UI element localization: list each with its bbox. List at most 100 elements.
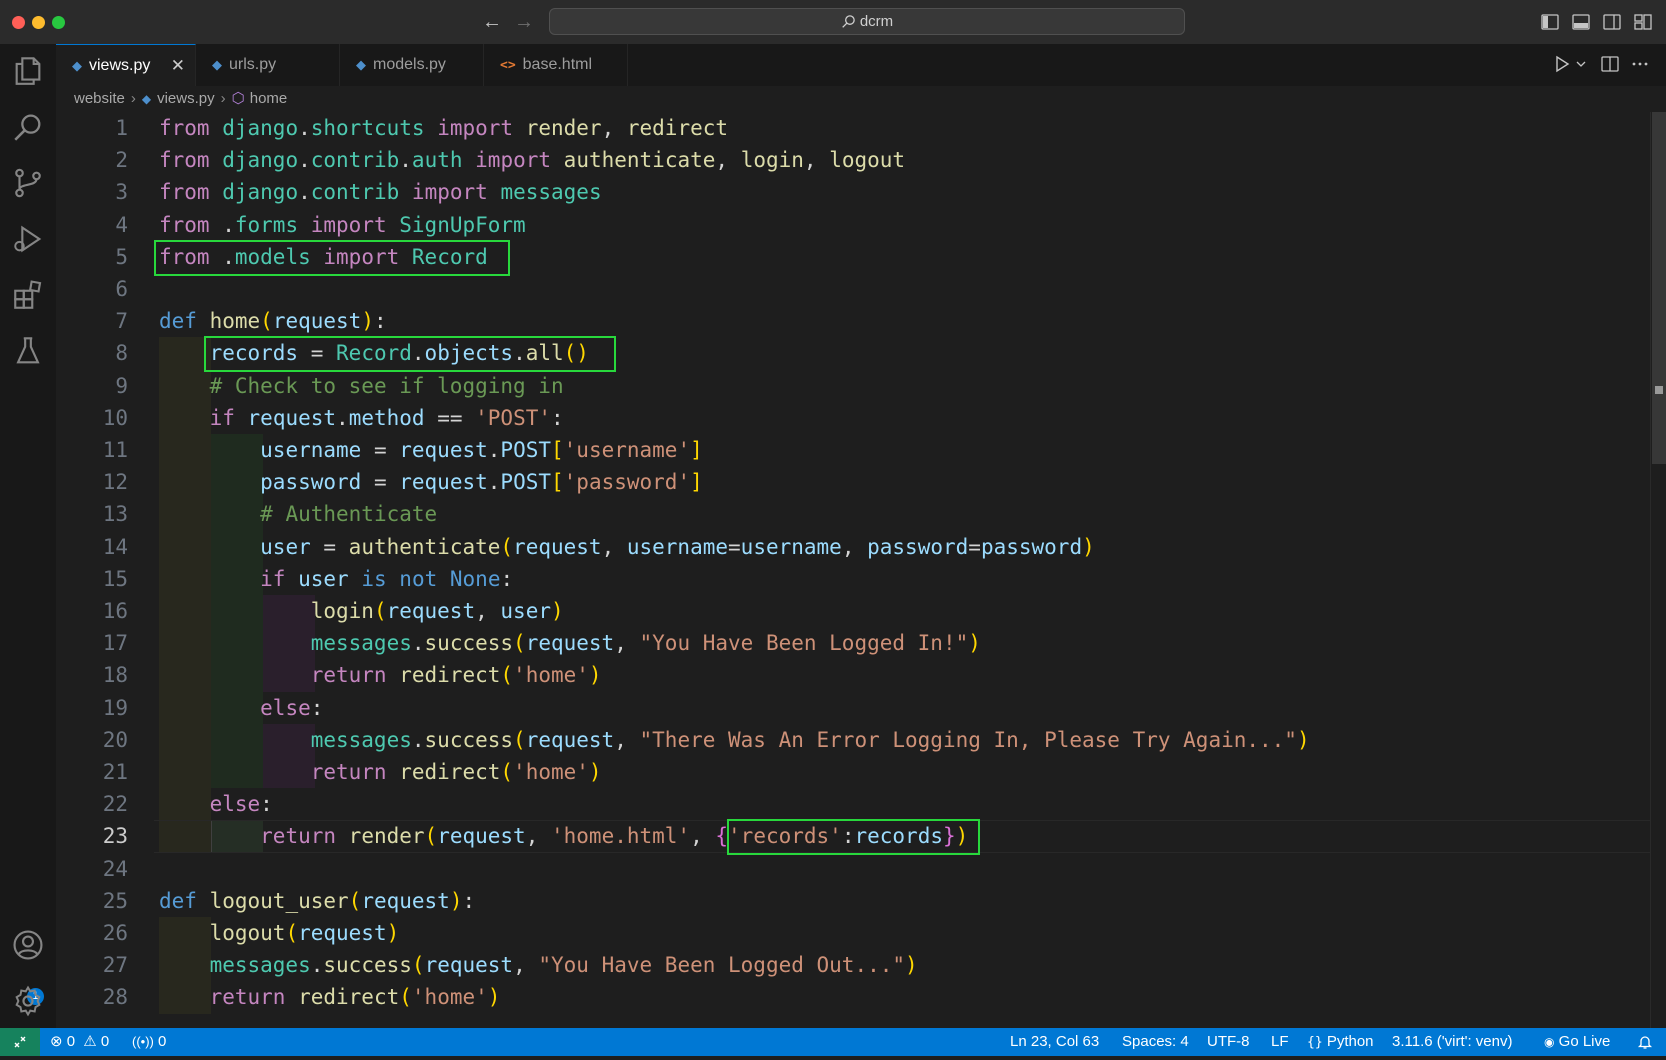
python-file-icon: ◆ bbox=[141, 92, 152, 106]
editor-tab-bar: ◆ views.py ✕ ◆ urls.py ◆ models.py <> base.h… bbox=[56, 44, 1666, 86]
code-line: 25 def logout_user(request): bbox=[56, 885, 1650, 917]
problems-status[interactable]: ⊗ 0 ⚠ 0 bbox=[50, 1028, 109, 1056]
manage-gear-icon[interactable] bbox=[11, 984, 45, 1018]
code-line: 3 from django.contrib import messages bbox=[56, 176, 1650, 208]
activity-bar: 1 bbox=[0, 44, 56, 1028]
line-number: 17 bbox=[102, 631, 128, 656]
line-code: records = Record.objects.all() bbox=[209, 341, 589, 366]
line-code: def home(request): bbox=[159, 309, 387, 334]
back-arrow-icon[interactable]: ← bbox=[480, 8, 504, 36]
run-dropdown-chevron-icon[interactable] bbox=[1575, 54, 1587, 74]
tab-label: models.py bbox=[373, 56, 446, 73]
line-number: 24 bbox=[102, 856, 128, 881]
notifications-bell-icon[interactable] bbox=[1637, 1034, 1653, 1050]
indentation-status[interactable]: Spaces: 4 bbox=[1122, 1028, 1189, 1056]
tab-views-py[interactable]: ◆ views.py ✕ bbox=[56, 44, 196, 86]
code-line: 10 if request.method == 'POST': bbox=[56, 401, 1650, 434]
line-code: # Check to see if logging in bbox=[209, 373, 564, 398]
accounts-icon[interactable] bbox=[11, 928, 45, 962]
error-icon: ⊗ bbox=[50, 1033, 63, 1050]
toggle-primary-sidebar-icon[interactable] bbox=[1540, 12, 1560, 32]
code-line: 16 login(request, user) bbox=[56, 595, 1650, 628]
code-line: 6 bbox=[56, 273, 1650, 305]
method-symbol-icon: ⬡ bbox=[231, 90, 245, 107]
breadcrumb-folder[interactable]: website bbox=[74, 90, 125, 107]
line-code: # Authenticate bbox=[260, 502, 438, 527]
python-interpreter[interactable]: 3.11.6 ('virt': venv) bbox=[1392, 1028, 1513, 1056]
code-line: 13 # Authenticate bbox=[56, 498, 1650, 531]
encoding-status[interactable]: UTF-8 bbox=[1207, 1028, 1250, 1056]
tab-base-html[interactable]: <> base.html bbox=[484, 44, 628, 86]
source-control-icon[interactable] bbox=[11, 166, 45, 200]
line-number: 27 bbox=[102, 953, 128, 978]
code-editor[interactable]: 1 from django.shortcuts import render, r… bbox=[56, 112, 1650, 1028]
line-code: return redirect('home') bbox=[310, 760, 602, 784]
line-number: 21 bbox=[102, 760, 128, 784]
remote-indicator[interactable] bbox=[0, 1028, 40, 1056]
command-center-text: dcrm bbox=[859, 13, 894, 30]
breadcrumb-file[interactable]: views.py bbox=[157, 90, 215, 107]
line-code: username = request.POST['username'] bbox=[260, 438, 703, 462]
run-python-file-icon[interactable] bbox=[1552, 54, 1572, 74]
language-mode[interactable]: {} Python bbox=[1307, 1028, 1374, 1057]
line-code: logout(request) bbox=[209, 921, 400, 945]
ports-status[interactable]: ((•)) 0 bbox=[132, 1028, 166, 1056]
go-live-button[interactable]: ◉ Go Live bbox=[1544, 1028, 1610, 1056]
more-actions-icon[interactable] bbox=[1630, 54, 1650, 74]
line-code: return render(request, 'home.html', {'re… bbox=[260, 824, 969, 849]
code-line: 8 records = Record.objects.all() bbox=[56, 337, 1650, 370]
code-line: 28 return redirect('home') bbox=[56, 981, 1650, 1014]
line-number: 4 bbox=[115, 212, 128, 237]
extensions-icon[interactable] bbox=[11, 278, 45, 312]
tab-models-py[interactable]: ◆ models.py bbox=[340, 44, 484, 86]
explorer-icon[interactable] bbox=[11, 54, 45, 88]
toggle-secondary-sidebar-icon[interactable] bbox=[1602, 12, 1622, 32]
search-icon[interactable] bbox=[11, 110, 45, 144]
line-number: 10 bbox=[102, 405, 128, 430]
line-number: 8 bbox=[115, 341, 128, 366]
line-code: messages.success(request, "There Was An … bbox=[310, 727, 1310, 752]
tab-label: base.html bbox=[522, 56, 593, 73]
line-code: return redirect('home') bbox=[209, 985, 501, 1010]
testing-icon[interactable] bbox=[11, 334, 45, 368]
code-line: 2 from django.contrib.auth import authen… bbox=[56, 144, 1650, 176]
python-file-icon: ◆ bbox=[356, 57, 366, 72]
line-code: messages.success(request, "You Have Been… bbox=[209, 953, 918, 978]
zoom-window-button[interactable] bbox=[52, 16, 65, 29]
line-code: from django.shortcuts import render, red… bbox=[159, 116, 729, 140]
editor-scrollbar[interactable] bbox=[1650, 112, 1666, 1028]
forward-arrow-icon[interactable]: → bbox=[512, 8, 536, 36]
eol-status[interactable]: LF bbox=[1271, 1028, 1289, 1056]
cursor-position[interactable]: Ln 23, Col 63 bbox=[1010, 1028, 1099, 1056]
minimize-window-button[interactable] bbox=[32, 16, 45, 29]
command-center-search[interactable]: dcrm bbox=[549, 8, 1185, 35]
split-editor-icon[interactable] bbox=[1600, 54, 1620, 74]
line-code: password = request.POST['password'] bbox=[260, 470, 703, 495]
toggle-panel-icon[interactable] bbox=[1571, 12, 1591, 32]
scrollbar-cursor-marker bbox=[1655, 386, 1663, 394]
line-code: if request.method == 'POST': bbox=[209, 405, 564, 430]
broadcast-icon: ((•)) bbox=[132, 1034, 154, 1049]
python-file-icon: ◆ bbox=[72, 58, 82, 73]
warning-count: 0 bbox=[100, 1033, 110, 1050]
code-line: 17 messages.success(request, "You Have B… bbox=[56, 627, 1650, 660]
code-line: 12 password = request.POST['password'] bbox=[56, 466, 1650, 499]
line-number: 1 bbox=[115, 116, 128, 140]
line-code: login(request, user) bbox=[310, 599, 564, 623]
scrollbar-thumb[interactable] bbox=[1652, 112, 1666, 464]
line-code: from .forms import SignUpForm bbox=[159, 212, 526, 237]
html-file-icon: <> bbox=[500, 58, 516, 73]
breadcrumb-symbol[interactable]: home bbox=[250, 90, 288, 107]
remote-icon bbox=[14, 1036, 26, 1048]
customize-layout-icon[interactable] bbox=[1633, 12, 1653, 32]
line-number: 2 bbox=[115, 148, 128, 173]
close-tab-icon[interactable]: ✕ bbox=[171, 45, 185, 87]
line-number: 5 bbox=[115, 244, 128, 269]
code-line: 9 # Check to see if logging in bbox=[56, 369, 1650, 402]
run-debug-icon[interactable] bbox=[11, 222, 45, 256]
close-window-button[interactable] bbox=[12, 16, 25, 29]
tab-urls-py[interactable]: ◆ urls.py bbox=[196, 44, 340, 86]
code-line: 14 user = authenticate(request, username… bbox=[56, 530, 1650, 563]
line-code: if user is not None: bbox=[260, 566, 514, 591]
line-number: 19 bbox=[102, 695, 128, 720]
